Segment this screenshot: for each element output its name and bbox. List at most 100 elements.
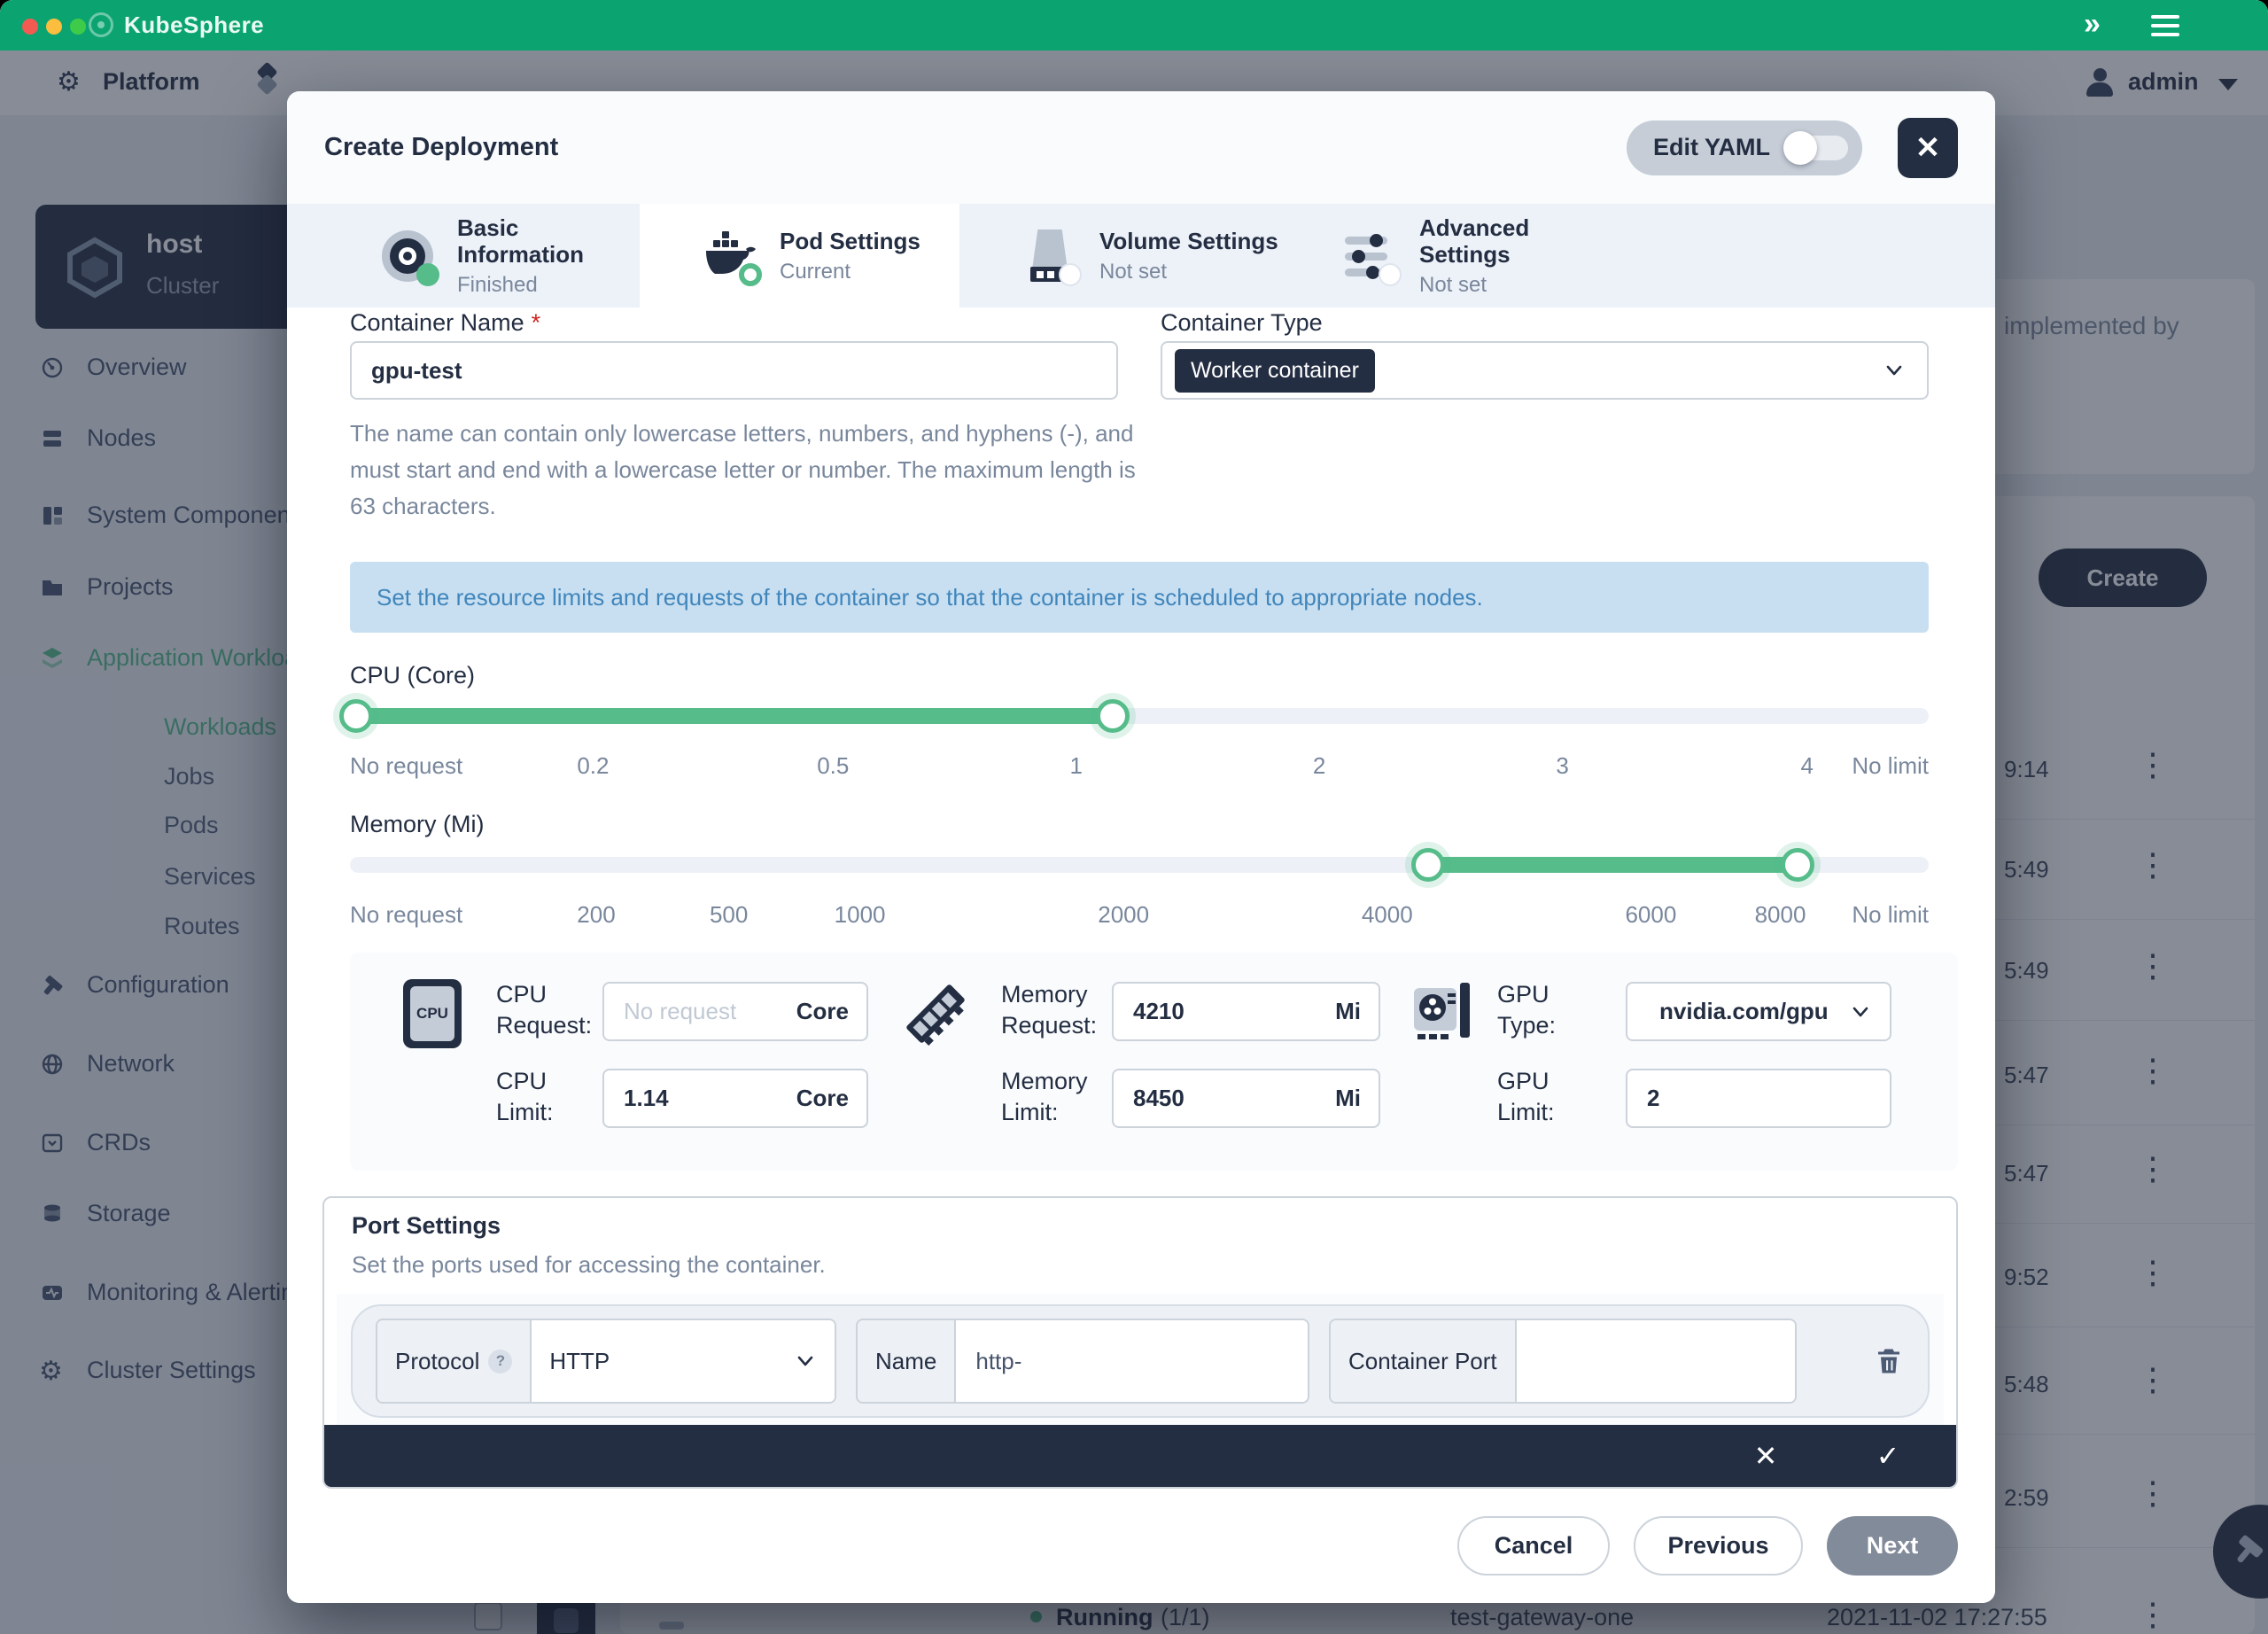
memory-limit-unit: Mi bbox=[1335, 1085, 1361, 1112]
cpu-icon: CPU bbox=[403, 979, 462, 1048]
gpu-limit-field bbox=[1626, 1069, 1891, 1128]
port-name-label: Name bbox=[858, 1320, 956, 1402]
collapse-panel-icon[interactable]: » bbox=[2084, 7, 2101, 42]
port-name-input[interactable] bbox=[974, 1347, 1290, 1376]
cpu-tick: No request bbox=[350, 752, 462, 780]
port-edit-confirm-bar: ✕ ✓ bbox=[324, 1425, 1956, 1487]
cpu-slider-handle-max[interactable] bbox=[1096, 699, 1130, 733]
container-type-value: Worker container bbox=[1175, 349, 1375, 393]
container-port-label: Container Port bbox=[1331, 1320, 1517, 1402]
cancel-button[interactable]: Cancel bbox=[1457, 1516, 1610, 1576]
modal-footer: Cancel Previous Next bbox=[287, 1489, 1995, 1603]
screen: KubeSphere » ⚙ Platform admin host Clust… bbox=[0, 0, 2268, 1634]
memory-tick: 2000 bbox=[1098, 901, 1149, 929]
memory-slider-handle-min[interactable] bbox=[1411, 848, 1445, 882]
container-type-label: Container Type bbox=[1161, 309, 1323, 337]
memory-icon bbox=[897, 976, 974, 1052]
cpu-request-label: CPURequest: bbox=[496, 979, 592, 1041]
cpu-limit-field: Core bbox=[602, 1069, 868, 1128]
container-type-select[interactable]: Worker container bbox=[1161, 341, 1929, 400]
cpu-slider-handle-min[interactable] bbox=[339, 699, 373, 733]
gpu-type-select[interactable]: nvidia.com/gpu bbox=[1626, 982, 1891, 1041]
close-modal-button[interactable]: ✕ bbox=[1898, 118, 1958, 178]
protocol-help-icon[interactable]: ? bbox=[488, 1350, 512, 1373]
modal-body: Container Name* The name can contain onl… bbox=[287, 307, 1995, 1489]
previous-button[interactable]: Previous bbox=[1634, 1516, 1803, 1576]
memory-tick: 1000 bbox=[835, 901, 886, 929]
memory-request-input[interactable] bbox=[1131, 997, 1324, 1026]
step-pod-settings[interactable]: Pod Settings Current bbox=[640, 204, 959, 307]
cpu-tick: 0.2 bbox=[577, 752, 609, 780]
cpu-request-input[interactable] bbox=[622, 997, 786, 1026]
confirm-row-icon[interactable]: ✓ bbox=[1857, 1425, 1919, 1487]
step-notset-badge bbox=[1059, 263, 1082, 286]
cpu-limit-label: CPULimit: bbox=[496, 1066, 554, 1128]
step-volume-settings[interactable]: Volume Settings Not set bbox=[959, 204, 1279, 307]
cpu-slider[interactable] bbox=[350, 708, 1929, 724]
step-state: Current bbox=[780, 260, 920, 284]
memory-limit-input[interactable] bbox=[1131, 1084, 1324, 1113]
window-titlebar: KubeSphere » bbox=[0, 0, 2268, 51]
edit-yaml-toggle[interactable]: Edit YAML bbox=[1627, 121, 1862, 175]
delete-port-icon[interactable] bbox=[1873, 1345, 1905, 1377]
modal-title: Create Deployment bbox=[324, 133, 1627, 162]
required-asterisk: * bbox=[532, 309, 541, 336]
protocol-label: Protocol ? bbox=[377, 1320, 532, 1402]
chevron-down-icon bbox=[1849, 1000, 1872, 1023]
step-title: Pod Settings bbox=[780, 228, 920, 254]
memory-slider-ticks: No request 200 500 1000 2000 4000 6000 8… bbox=[350, 901, 1929, 930]
step-advanced-settings[interactable]: Advanced Settings Not set bbox=[1279, 204, 1599, 307]
edit-yaml-label: Edit YAML bbox=[1653, 134, 1770, 161]
gpu-limit-input[interactable] bbox=[1645, 1084, 1872, 1113]
edit-yaml-switch[interactable] bbox=[1786, 136, 1848, 160]
step-basic-information[interactable]: Basic Information Finished bbox=[287, 204, 640, 307]
step-notset-badge bbox=[1379, 263, 1402, 286]
step-finished-badge bbox=[416, 263, 439, 286]
protocol-value: HTTP bbox=[549, 1348, 610, 1375]
memory-slider-handle-max[interactable] bbox=[1781, 848, 1814, 882]
memory-request-field: Mi bbox=[1112, 982, 1380, 1041]
gpu-limit-label: GPULimit: bbox=[1497, 1066, 1555, 1128]
port-row: Protocol ? HTTP Name C bbox=[351, 1304, 1930, 1418]
resource-info-banner: Set the resource limits and requests of … bbox=[350, 562, 1929, 633]
cpu-request-field: Core bbox=[602, 982, 868, 1041]
container-name-help: The name can contain only lowercase lett… bbox=[350, 416, 1138, 525]
memory-limit-label: MemoryLimit: bbox=[1001, 1066, 1088, 1128]
memory-tick: No request bbox=[350, 901, 462, 929]
memory-tick: 8000 bbox=[1755, 901, 1806, 929]
gpu-type-label: GPUType: bbox=[1497, 979, 1556, 1041]
step-state: Not set bbox=[1099, 260, 1278, 284]
cpu-tick: No limit bbox=[1852, 752, 1929, 780]
protocol-select[interactable]: HTTP bbox=[532, 1320, 835, 1402]
cancel-row-icon[interactable]: ✕ bbox=[1735, 1425, 1797, 1487]
cpu-tick: 2 bbox=[1313, 752, 1325, 780]
next-button[interactable]: Next bbox=[1827, 1516, 1958, 1576]
step-state: Finished bbox=[457, 273, 640, 298]
volume-settings-icon bbox=[1021, 228, 1078, 284]
window-zoom-button[interactable] bbox=[70, 19, 86, 35]
cpu-request-unit: Core bbox=[796, 998, 849, 1025]
chevron-down-icon bbox=[1883, 359, 1906, 382]
memory-limit-field: Mi bbox=[1112, 1069, 1380, 1128]
container-port-input[interactable] bbox=[1534, 1347, 1777, 1376]
step-current-badge bbox=[739, 263, 762, 286]
memory-tick: 4000 bbox=[1362, 901, 1413, 929]
gpu-type-value: nvidia.com/gpu bbox=[1659, 998, 1829, 1025]
advanced-settings-icon bbox=[1341, 228, 1398, 284]
memory-tick: 6000 bbox=[1625, 901, 1676, 929]
cpu-limit-unit: Core bbox=[796, 1085, 849, 1112]
memory-slider[interactable] bbox=[350, 857, 1929, 873]
cpu-limit-input[interactable] bbox=[622, 1084, 786, 1113]
menu-icon[interactable] bbox=[2151, 15, 2179, 42]
create-deployment-modal: Create Deployment Edit YAML ✕ Basic Info… bbox=[287, 91, 1995, 1603]
window-close-button[interactable] bbox=[22, 19, 38, 35]
cpu-tick: 4 bbox=[1801, 752, 1814, 780]
step-title: Advanced Settings bbox=[1419, 214, 1599, 268]
memory-tick: 200 bbox=[577, 901, 615, 929]
port-settings-title: Port Settings bbox=[352, 1212, 501, 1240]
basic-information-icon bbox=[379, 228, 436, 284]
step-state: Not set bbox=[1419, 273, 1599, 298]
container-name-input[interactable] bbox=[369, 356, 1099, 385]
cpu-tick: 0.5 bbox=[817, 752, 849, 780]
window-minimize-button[interactable] bbox=[46, 19, 62, 35]
